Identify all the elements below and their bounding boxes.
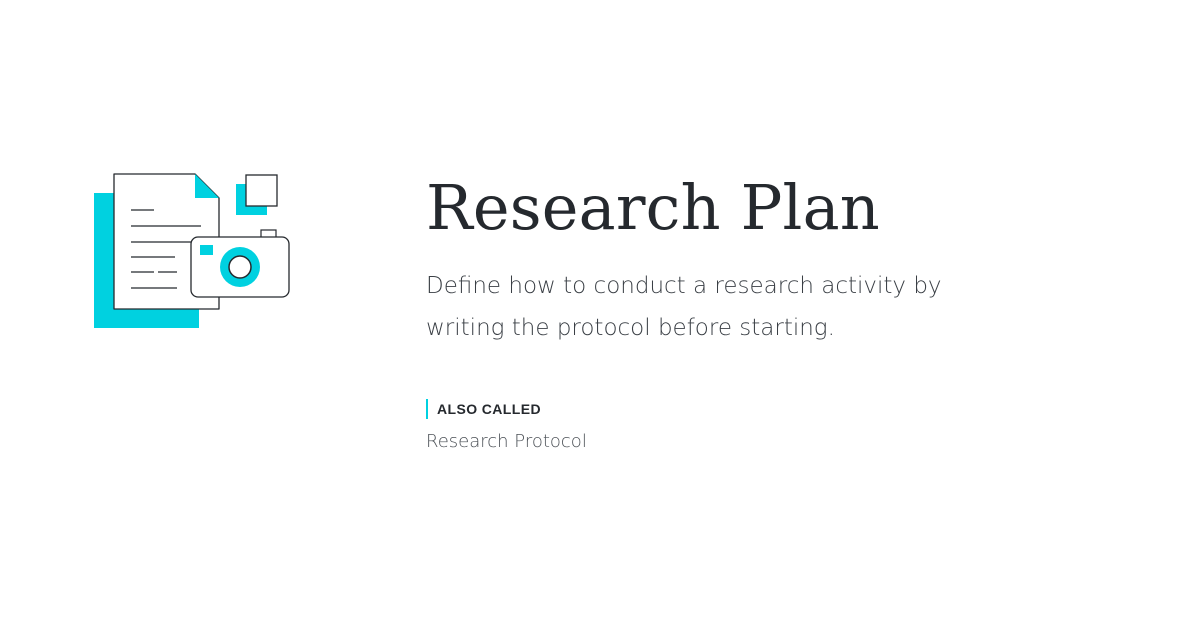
- document-fold-shape: [195, 174, 219, 198]
- camera-flash-shape: [200, 245, 213, 255]
- document-with-camera-icon: [94, 173, 290, 328]
- camera-lens-inner-shape: [228, 255, 252, 279]
- research-plan-illustration: [90, 168, 295, 333]
- content-panel: Research Plan Define how to conduct a re…: [426, 168, 986, 455]
- square-outline-shape: [245, 174, 278, 207]
- page-description: Define how to conduct a research activit…: [426, 273, 942, 341]
- page-title: Research Plan: [426, 171, 880, 244]
- also-called-value: Research Protocol: [426, 431, 587, 452]
- also-called-label: ALSO CALLED: [426, 399, 986, 419]
